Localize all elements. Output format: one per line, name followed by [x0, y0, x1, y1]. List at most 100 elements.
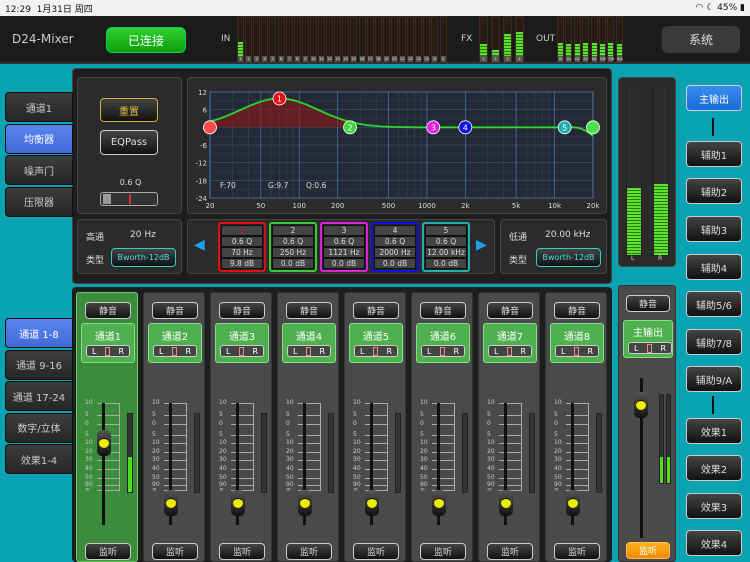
band-q[interactable]: 0.6 Q [323, 236, 365, 247]
fader-knob[interactable] [97, 430, 111, 456]
eq-band-5[interactable]: 5 0.6 Q 12.00 kHz 0.0 dB [422, 222, 470, 272]
bus-button-7[interactable]: 辅助9/A [686, 366, 742, 392]
band-q[interactable]: 0.6 Q [221, 236, 263, 247]
solo-button[interactable]: 监听 [487, 543, 533, 560]
master-name[interactable]: 主输出 LR [623, 320, 673, 358]
mute-button[interactable]: 静音 [85, 302, 131, 319]
tab-bank-0[interactable]: 通道 1-8 [5, 318, 73, 348]
band-gain[interactable]: 0.0 dB [323, 258, 365, 269]
band-freq[interactable]: 2000 Hz [374, 247, 416, 258]
fader-knob[interactable] [298, 490, 312, 516]
mute-button[interactable]: 静音 [353, 302, 399, 319]
fader-knob[interactable] [365, 490, 379, 516]
bus-button-2[interactable]: 辅助2 [686, 178, 742, 204]
band-gain[interactable]: 0.0 dB [374, 258, 416, 269]
lpf-value[interactable]: 20.00 kHz [545, 230, 590, 240]
fader-knob[interactable] [566, 490, 580, 516]
q-slider[interactable] [100, 192, 158, 206]
band-freq[interactable]: 70 Hz [221, 247, 263, 258]
solo-button[interactable]: 监听 [353, 543, 399, 560]
eq-band-1[interactable]: 1 0.6 Q 70 Hz 9.8 dB [218, 222, 266, 272]
channel-name[interactable]: 通道5 L R [349, 323, 403, 363]
solo-button[interactable]: 监听 [152, 543, 198, 560]
pan-control[interactable]: LR [153, 345, 197, 357]
eqpass-button[interactable]: EQPass [100, 130, 158, 155]
bus-button-4[interactable]: 辅助4 [686, 254, 742, 280]
tab-channel-1[interactable]: 均衡器 [5, 123, 73, 154]
tab-bank-3[interactable]: 数字/立体 [5, 412, 73, 443]
band-gain[interactable]: 0.0 dB [425, 258, 467, 269]
bus-button-11[interactable]: 效果4 [686, 530, 742, 556]
tab-bank-1[interactable]: 通道 9-16 [5, 349, 73, 380]
next-bands-arrow-icon[interactable]: ▶ [476, 237, 487, 253]
pan-control[interactable]: LR [555, 345, 599, 357]
band-gain[interactable]: 0.0 dB [272, 258, 314, 269]
bus-button-8[interactable]: 效果1 [686, 418, 742, 444]
tab-channel-3[interactable]: 压限器 [5, 186, 73, 217]
band-q[interactable]: 0.6 Q [425, 236, 467, 247]
pan-control[interactable]: LR [287, 345, 331, 357]
reset-button[interactable]: 重置 [100, 98, 158, 122]
tab-channel-0[interactable]: 通道1 [5, 92, 73, 122]
eq-band-2[interactable]: 2 0.6 Q 250 Hz 0.0 dB [269, 222, 317, 272]
mute-button[interactable]: 静音 [219, 302, 265, 319]
mute-button[interactable]: 静音 [286, 302, 332, 319]
eq-band-4[interactable]: 4 0.6 Q 2000 Hz 0.0 dB [371, 222, 419, 272]
tab-bank-2[interactable]: 通道 17-24 [5, 381, 73, 411]
pan-control[interactable]: LR [220, 345, 264, 357]
fader-track[interactable] [102, 403, 105, 525]
channel-name[interactable]: 通道7 L R [483, 323, 537, 363]
mute-button[interactable]: 静音 [152, 302, 198, 319]
channel-name[interactable]: 通道6 L R [416, 323, 470, 363]
master-fader-knob[interactable] [634, 392, 648, 418]
eq-band-3[interactable]: 3 0.6 Q 1121 Hz 0.0 dB [320, 222, 368, 272]
hpf-value[interactable]: 20 Hz [130, 230, 156, 240]
solo-button[interactable]: 监听 [286, 543, 332, 560]
master-solo-button[interactable]: 监听 [626, 542, 670, 559]
bus-button-0[interactable]: 主输出 [686, 85, 742, 111]
master-mute-button[interactable]: 静音 [626, 295, 670, 312]
pan-control[interactable]: LR [354, 345, 398, 357]
channel-name[interactable]: 通道4 L R [282, 323, 336, 363]
pan-control[interactable]: LR [488, 345, 532, 357]
bus-button-3[interactable]: 辅助3 [686, 216, 742, 242]
solo-button[interactable]: 监听 [85, 543, 131, 560]
band-freq[interactable]: 250 Hz [272, 247, 314, 258]
bus-button-6[interactable]: 辅助7/8 [686, 329, 742, 355]
fader-knob[interactable] [164, 490, 178, 516]
q-slider-thumb[interactable] [103, 194, 111, 204]
channel-name[interactable]: 通道1 L R [81, 323, 135, 363]
bus-button-1[interactable]: 辅助1 [686, 141, 742, 167]
bus-button-5[interactable]: 辅助5/6 [686, 291, 742, 317]
bus-button-10[interactable]: 效果3 [686, 493, 742, 519]
solo-button[interactable]: 监听 [219, 543, 265, 560]
fader-knob[interactable] [231, 490, 245, 516]
system-button[interactable]: 系统 [662, 26, 740, 53]
mute-button[interactable]: 静音 [554, 302, 600, 319]
eq-graph[interactable]: 205010020050010002k5k10k20k1260-6-12-18-… [188, 78, 608, 215]
pan-control[interactable]: LR [421, 345, 465, 357]
prev-bands-arrow-icon[interactable]: ◀ [194, 237, 205, 253]
band-freq[interactable]: 12.00 kHz [425, 247, 467, 258]
channel-name[interactable]: 通道3 L R [215, 323, 269, 363]
solo-button[interactable]: 监听 [554, 543, 600, 560]
fader-knob[interactable] [499, 490, 513, 516]
lpf-node[interactable] [586, 120, 600, 135]
band-gain[interactable]: 9.8 dB [221, 258, 263, 269]
hpf-node[interactable] [203, 120, 217, 135]
tab-bank-4[interactable]: 效果1-4 [5, 444, 73, 474]
channel-name[interactable]: 通道2 L R [148, 323, 202, 363]
fader-knob[interactable] [432, 490, 446, 516]
band-q[interactable]: 0.6 Q [272, 236, 314, 247]
tab-channel-2[interactable]: 噪声门 [5, 155, 73, 185]
pan-control[interactable]: LR [86, 345, 130, 357]
band-freq[interactable]: 1121 Hz [323, 247, 365, 258]
master-pan-control[interactable]: LR [628, 342, 672, 354]
connection-button[interactable]: 已连接 [106, 27, 186, 53]
mute-button[interactable]: 静音 [487, 302, 533, 319]
hpf-type-select[interactable]: Bworth-12dB [111, 248, 176, 267]
solo-button[interactable]: 监听 [420, 543, 466, 560]
bus-button-9[interactable]: 效果2 [686, 455, 742, 481]
band-q[interactable]: 0.6 Q [374, 236, 416, 247]
channel-name[interactable]: 通道8 L R [550, 323, 604, 363]
